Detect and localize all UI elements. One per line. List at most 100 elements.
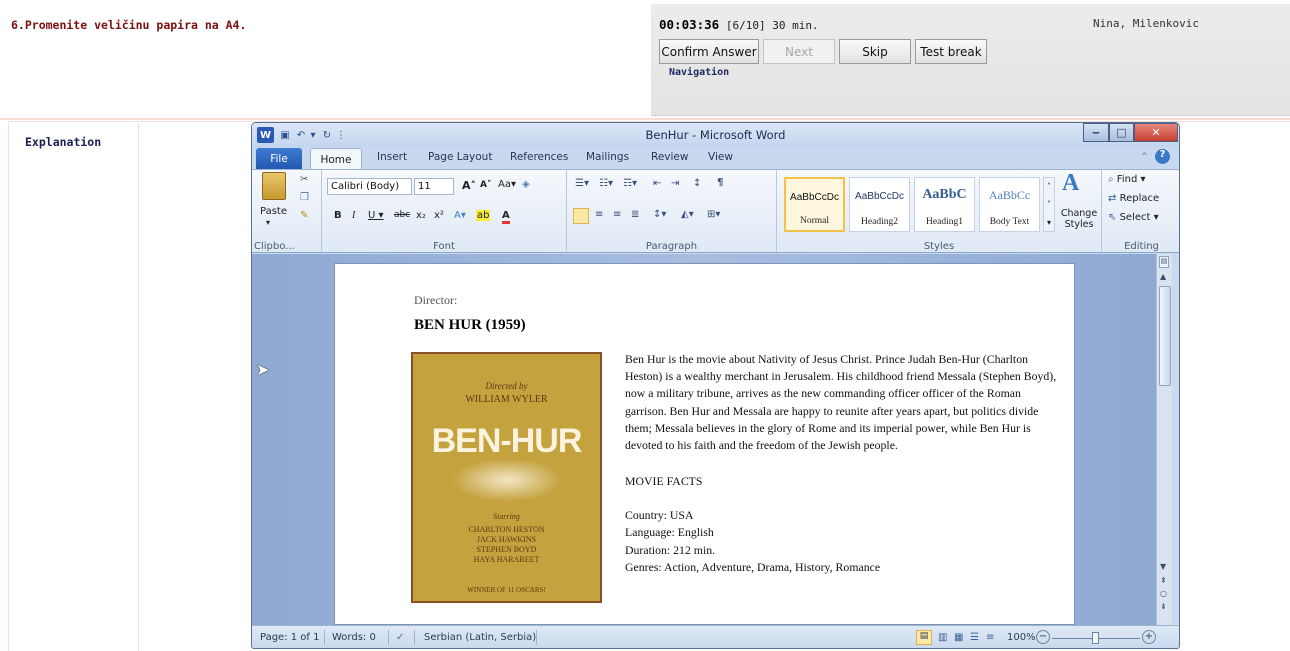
close-button[interactable]: ✕	[1134, 123, 1178, 142]
borders-icon[interactable]: ⊞▾	[707, 209, 720, 220]
subscript-icon[interactable]: x₂	[416, 210, 426, 221]
align-center-icon[interactable]: ≡	[595, 209, 603, 220]
align-right-icon[interactable]: ≡	[613, 209, 621, 220]
shading-icon[interactable]: ◭▾	[681, 209, 694, 220]
increase-indent-icon[interactable]: ⇥	[671, 178, 679, 189]
paste-icon[interactable]	[262, 172, 286, 200]
page-count[interactable]: Page: 1 of 1	[260, 632, 319, 643]
multilevel-list-icon[interactable]: ☶▾	[623, 178, 637, 189]
cut-icon[interactable]: ✂	[300, 174, 308, 185]
word-count[interactable]: Words: 0	[332, 632, 376, 643]
font-name-combo[interactable]: Calibri (Body)	[327, 178, 412, 195]
change-case-icon[interactable]: Aa▾	[498, 179, 516, 190]
minimize-ribbon-icon[interactable]: ⌃	[1140, 151, 1149, 163]
ribbon: Paste ▾ ✂ ❐ ✎ Clipbo... Calibri (Body) 1…	[252, 169, 1179, 254]
paragraph-group: ☰▾ ☷▾ ☶▾ ⇤ ⇥ ↕ ¶ ≡ ≡ ≣ ↕▾ ◭▾ ⊞▾ Paragrap…	[567, 170, 777, 254]
font-size-combo[interactable]: 11	[414, 178, 454, 195]
tab-file[interactable]: File	[256, 148, 302, 169]
line-spacing-icon[interactable]: ↕▾	[653, 209, 666, 220]
scroll-up-icon[interactable]: ▲	[1160, 272, 1166, 281]
confirm-answer-button[interactable]: Confirm Answer	[659, 39, 759, 64]
style-heading1[interactable]: AaBbC Heading1	[914, 177, 975, 232]
style-body-text[interactable]: AaBbCc Body Text	[979, 177, 1040, 232]
replace-button[interactable]: ⇄ Replace	[1108, 193, 1159, 204]
bold-icon[interactable]: B	[334, 210, 342, 221]
maximize-button[interactable]: □	[1109, 123, 1134, 142]
format-painter-icon[interactable]: ✎	[300, 210, 308, 221]
style-heading2[interactable]: AaBbCcDc Heading2	[849, 177, 910, 232]
divider	[0, 118, 1290, 120]
zoom-level[interactable]: 100%	[1007, 632, 1036, 643]
vertical-scrollbar[interactable]: ▤ ▲ ▼ ⇞ ○ ⇟	[1156, 254, 1172, 625]
highlight-icon[interactable]: ab	[476, 210, 491, 221]
tab-mailings[interactable]: Mailings	[586, 151, 629, 163]
poster-title: BEN-HUR	[431, 422, 583, 460]
scroll-thumb[interactable]	[1159, 286, 1171, 386]
underline-icon[interactable]: U ▾	[368, 210, 384, 221]
strikethrough-icon[interactable]: abc	[394, 210, 410, 220]
font-color-icon[interactable]: A	[502, 210, 510, 224]
help-icon[interactable]: ?	[1155, 149, 1170, 164]
zoom-slider-thumb[interactable]	[1092, 632, 1099, 644]
tab-references[interactable]: References	[510, 151, 568, 163]
paste-button[interactable]: Paste	[260, 206, 287, 217]
fact-country: Country: USA	[625, 508, 694, 523]
text-effects-icon[interactable]: A▾	[454, 210, 466, 221]
next-page-icon[interactable]: ⇟	[1160, 602, 1167, 611]
numbering-icon[interactable]: ☷▾	[599, 178, 613, 189]
print-layout-icon[interactable]: ▤	[916, 630, 932, 645]
bullets-icon[interactable]: ☰▾	[575, 178, 589, 189]
web-layout-icon[interactable]: ▦	[954, 632, 963, 643]
view-ruler-icon[interactable]: ▤	[1159, 256, 1169, 268]
tab-insert[interactable]: Insert	[377, 151, 407, 163]
tab-home[interactable]: Home	[310, 148, 362, 171]
chevron-down-icon[interactable]: ▾	[266, 218, 270, 227]
clear-formatting-icon[interactable]: ◈	[522, 179, 530, 190]
tab-review[interactable]: Review	[651, 151, 688, 163]
scroll-down-icon[interactable]: ▼	[1160, 562, 1166, 571]
document-area[interactable]: Director: BEN HUR (1959) Directed by WIL…	[252, 254, 1156, 625]
ribbon-tabs: File Home Insert Page Layout References …	[252, 147, 1179, 171]
tab-view[interactable]: View	[708, 151, 733, 163]
styles-scroll[interactable]: ˄ ˅ ▾	[1043, 177, 1055, 232]
fact-duration: Duration: 212 min.	[625, 542, 716, 557]
change-styles-icon[interactable]: A	[1062, 170, 1079, 197]
style-preview: AaBbCcDc	[790, 192, 839, 203]
document-page[interactable]: Director: BEN HUR (1959) Directed by WIL…	[334, 263, 1075, 625]
find-button[interactable]: ⌕ Find ▾	[1108, 174, 1146, 185]
shrink-font-icon[interactable]: A˅	[480, 180, 491, 190]
copy-icon[interactable]: ❐	[300, 192, 309, 203]
sort-icon[interactable]: ↕	[693, 178, 701, 189]
zoom-in-icon[interactable]: +	[1142, 630, 1156, 644]
grow-font-icon[interactable]: A˄	[462, 179, 476, 192]
word-window: W ▣ ↶ ▾ ↻ ⋮ BenHur - Microsoft Word ‒ □ …	[251, 122, 1180, 649]
select-button[interactable]: ⇖ Select ▾	[1108, 212, 1159, 223]
align-left-icon[interactable]	[573, 208, 589, 224]
style-normal[interactable]: AaBbCcDc Normal	[784, 177, 845, 232]
divider	[138, 123, 139, 651]
poster-directed-by: Directed by	[485, 381, 528, 391]
previous-page-icon[interactable]: ⇞	[1160, 576, 1167, 585]
language-indicator[interactable]: Serbian (Latin, Serbia)	[424, 632, 536, 643]
next-button[interactable]: Next	[763, 39, 835, 64]
replace-icon: ⇄	[1108, 193, 1117, 204]
test-break-button[interactable]: Test break	[915, 39, 987, 64]
outline-icon[interactable]: ☰	[970, 632, 979, 643]
browse-object-icon[interactable]: ○	[1160, 589, 1167, 598]
italic-icon[interactable]: I	[352, 210, 355, 221]
zoom-out-icon[interactable]: −	[1036, 630, 1050, 644]
draft-icon[interactable]: ≡	[986, 632, 994, 643]
show-formatting-icon[interactable]: ¶	[717, 177, 723, 188]
tab-page-layout[interactable]: Page Layout	[428, 151, 492, 163]
justify-icon[interactable]: ≣	[631, 209, 639, 220]
proofing-icon[interactable]: ✓	[396, 632, 404, 643]
skip-button[interactable]: Skip	[839, 39, 911, 64]
summary-paragraph: Ben Hur is the movie about Nativity of J…	[625, 352, 1057, 453]
superscript-icon[interactable]: x²	[434, 210, 444, 221]
decrease-indent-icon[interactable]: ⇤	[653, 178, 661, 189]
change-styles-button[interactable]: Change Styles	[1057, 208, 1101, 230]
full-screen-reading-icon[interactable]: ▥	[938, 632, 947, 643]
style-name: Heading2	[861, 217, 898, 227]
minimize-button[interactable]: ‒	[1083, 123, 1109, 142]
poster-cast-3: STEPHEN BOYD	[476, 545, 537, 554]
